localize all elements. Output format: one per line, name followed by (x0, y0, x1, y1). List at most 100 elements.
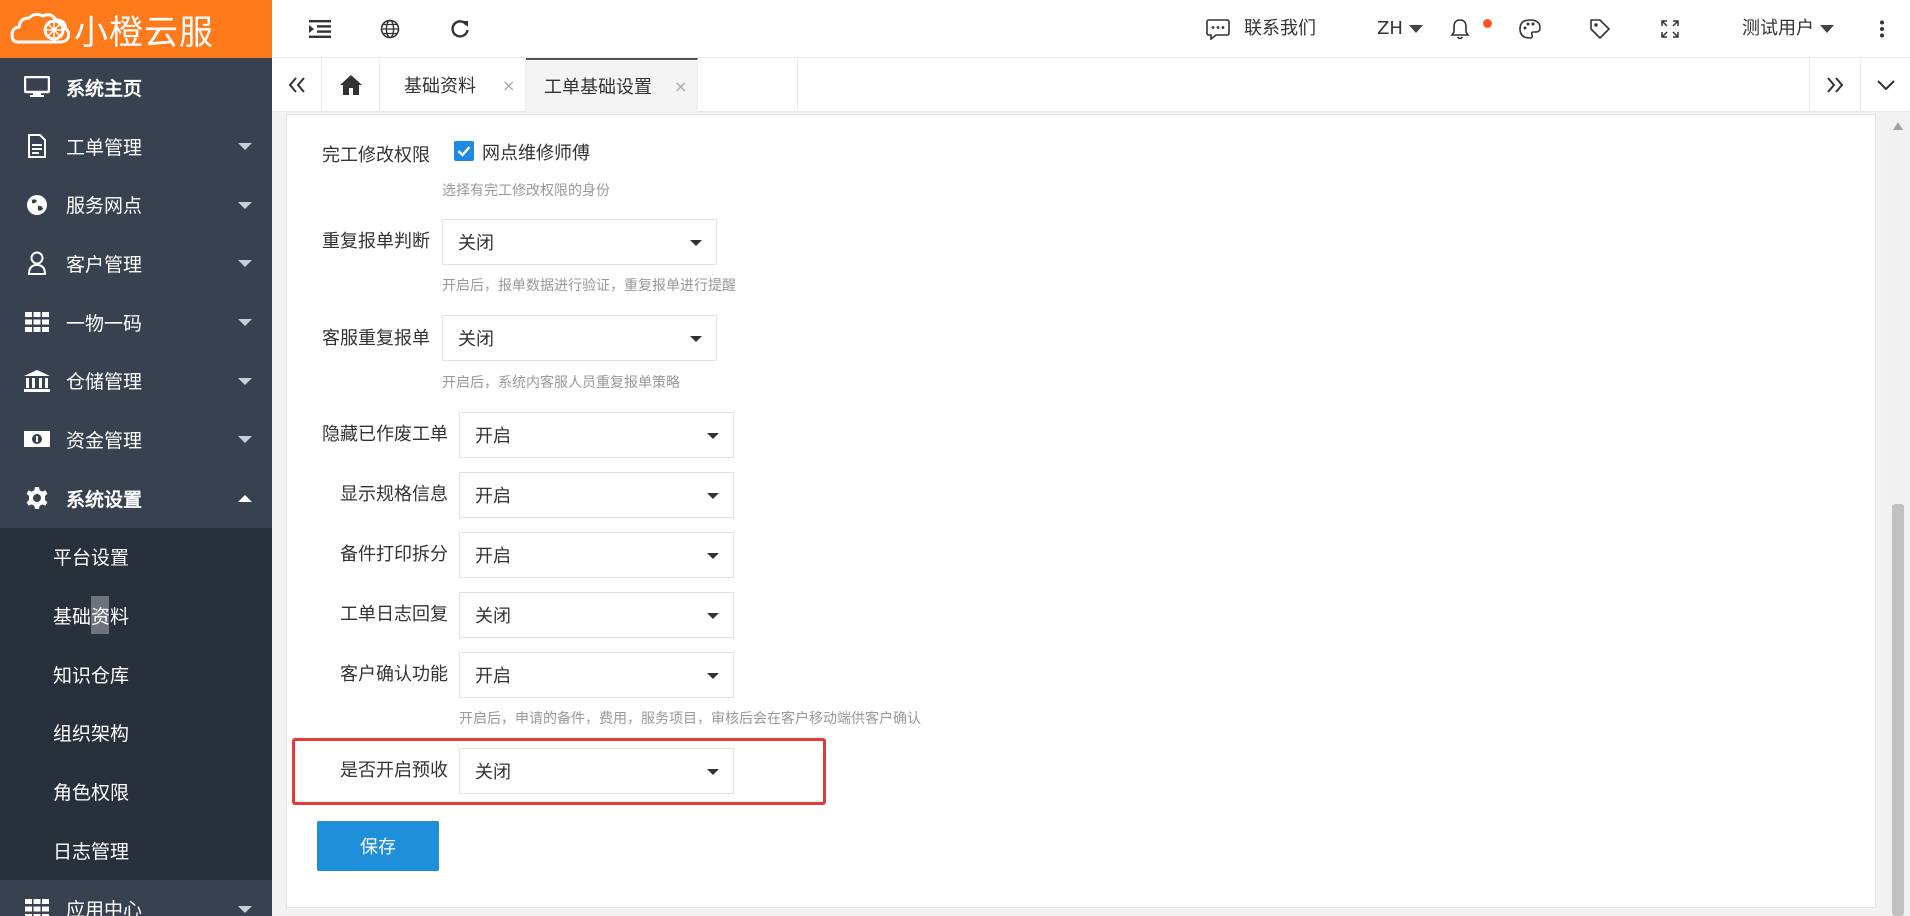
form-label: 重复报单判断 (322, 231, 430, 252)
nav-label: 应用中心 (66, 899, 143, 916)
submenu-label: 平台设置 (53, 547, 130, 570)
tab-label: 基础资料 (404, 76, 476, 97)
scrollbar-thumb[interactable] (1892, 504, 1904, 916)
tab-label: 工单基础设置 (544, 77, 652, 98)
tab-options-dropdown[interactable] (1861, 58, 1910, 112)
nav-label: 服务网点 (66, 195, 143, 218)
nav-item-ticket-management[interactable]: 工单管理 (0, 117, 272, 176)
nav-item-one-item-one-code[interactable]: 一物一码 (0, 293, 272, 352)
chevron-down-icon (707, 613, 719, 619)
chevron-down-icon (238, 436, 252, 444)
more-vertical-icon[interactable] (1870, 17, 1894, 41)
chevron-down-icon (238, 319, 252, 327)
checkmark-icon (457, 146, 471, 157)
submenu-item-knowledge-base[interactable]: 知识仓库 (0, 645, 272, 704)
chevron-up-icon (238, 495, 252, 503)
scroll-tabs-left-button[interactable] (272, 58, 322, 112)
username: 测试用户 (1742, 18, 1814, 39)
form-label: 工单日志回复 (340, 604, 448, 625)
nav-label: 工单管理 (66, 136, 143, 159)
language-label: ZH (1377, 18, 1403, 39)
tag-icon[interactable] (1588, 17, 1612, 41)
select-value: 开启 (475, 426, 511, 447)
system-settings-submenu: 平台设置 基础资料 知识仓库 组织架构 角色权限 日志管理 (0, 527, 272, 880)
tab-bar: 基础资料 × 工单基础设置 × (272, 58, 1910, 112)
nav-item-warehouse-management[interactable]: 仓储管理 (0, 351, 272, 410)
form-label: 备件打印拆分 (340, 544, 448, 565)
select-enable-advance-payment[interactable]: 关闭 (459, 748, 734, 794)
double-chevron-right-icon (1827, 77, 1844, 93)
globe-icon (20, 192, 54, 218)
form-label: 隐藏已作废工单 (322, 424, 448, 445)
nav-item-app-center[interactable]: 应用中心 (0, 879, 272, 916)
submenu-label: 基础资料 (53, 606, 130, 629)
palette-icon[interactable] (1518, 17, 1542, 41)
scroll-up-arrow-icon[interactable] (1893, 122, 1903, 130)
select-customer-confirmation[interactable]: 开启 (459, 652, 734, 698)
checkbox-outlet-technician[interactable] (454, 141, 474, 161)
select-ticket-log-reply[interactable]: 关闭 (459, 592, 734, 638)
nav-label: 客户管理 (66, 253, 143, 276)
nav-item-service-outlets[interactable]: 服务网点 (0, 175, 272, 234)
submenu-item-platform-settings[interactable]: 平台设置 (0, 528, 272, 587)
close-icon[interactable]: × (502, 76, 515, 95)
submenu-item-log-management[interactable]: 日志管理 (0, 821, 272, 880)
sidebar: 小橙云服 系统主页 工单管理 服务网点 客户管理 一物一码 仓储管理 资金管理 … (0, 0, 272, 916)
submenu-label: 日志管理 (53, 840, 130, 863)
close-icon[interactable]: × (674, 77, 687, 96)
tabs-container: 基础资料 × 工单基础设置 × (380, 58, 798, 112)
nav-label: 资金管理 (66, 429, 143, 452)
nav-item-system-settings[interactable]: 系统设置 (0, 469, 272, 528)
contact-us-link[interactable]: 联系我们 (1244, 17, 1316, 41)
money-icon (20, 426, 54, 452)
menu-collapse-icon[interactable] (308, 17, 332, 41)
select-value: 关闭 (458, 233, 494, 254)
select-value: 开启 (475, 486, 511, 507)
refresh-icon[interactable] (448, 17, 472, 41)
chat-icon[interactable] (1206, 17, 1230, 41)
save-button[interactable]: 保存 (317, 821, 439, 871)
chevron-down-icon (707, 493, 719, 499)
select-show-spec-info[interactable]: 开启 (459, 472, 734, 518)
form-label: 是否开启预收 (340, 760, 448, 781)
select-repeat-report-check[interactable]: 关闭 (442, 219, 717, 265)
chevron-down-icon (707, 769, 719, 775)
fullscreen-icon[interactable] (1658, 17, 1682, 41)
grid-icon (20, 309, 54, 335)
nav-item-home[interactable]: 系统主页 (0, 58, 272, 117)
scroll-tabs-right-button[interactable] (1809, 58, 1861, 112)
language-selector[interactable]: ZH (1377, 17, 1423, 41)
submenu-label: 角色权限 (53, 782, 130, 805)
logo[interactable]: 小橙云服 (0, 0, 272, 58)
tab-basic-data[interactable]: 基础资料 × (380, 58, 526, 112)
logo-orange-cloud-icon (10, 8, 71, 50)
submenu-item-role-permissions[interactable]: 角色权限 (0, 762, 272, 821)
form-hint: 开启后，系统内客服人员重复报单策略 (442, 375, 680, 391)
double-chevron-left-icon (288, 77, 305, 93)
brand-name: 小橙云服 (74, 12, 214, 53)
chevron-down-icon (690, 240, 702, 246)
submenu-item-organization[interactable]: 组织架构 (0, 704, 272, 763)
form-label: 客服重复报单 (322, 328, 430, 349)
vertical-scrollbar[interactable] (1886, 114, 1910, 916)
submenu-label: 知识仓库 (53, 664, 130, 687)
submenu-item-basic-data[interactable]: 基础资料 (0, 586, 272, 645)
bell-icon[interactable] (1448, 17, 1472, 41)
select-cs-repeat-report[interactable]: 关闭 (442, 315, 717, 361)
select-parts-print-split[interactable]: 开启 (459, 532, 734, 578)
tab-ticket-basic-settings[interactable]: 工单基础设置 × (526, 58, 698, 112)
user-icon (20, 250, 54, 276)
form-hint: 开启后，报单数据进行验证，重复报单进行提醒 (442, 278, 736, 294)
form-label: 完工修改权限 (322, 145, 430, 166)
globe-icon[interactable] (378, 17, 402, 41)
chevron-down-icon (707, 433, 719, 439)
document-icon (20, 133, 54, 159)
nav-item-funds-management[interactable]: 资金管理 (0, 410, 272, 469)
select-hide-voided-tickets[interactable]: 开启 (459, 412, 734, 458)
user-menu[interactable]: 测试用户 (1742, 17, 1834, 41)
nav-label: 系统设置 (66, 488, 143, 511)
nav-item-customer-management[interactable]: 客户管理 (0, 234, 272, 293)
chevron-down-icon (707, 673, 719, 679)
home-tab[interactable] (322, 58, 380, 112)
checkbox-label: 网点维修师傅 (482, 143, 590, 164)
